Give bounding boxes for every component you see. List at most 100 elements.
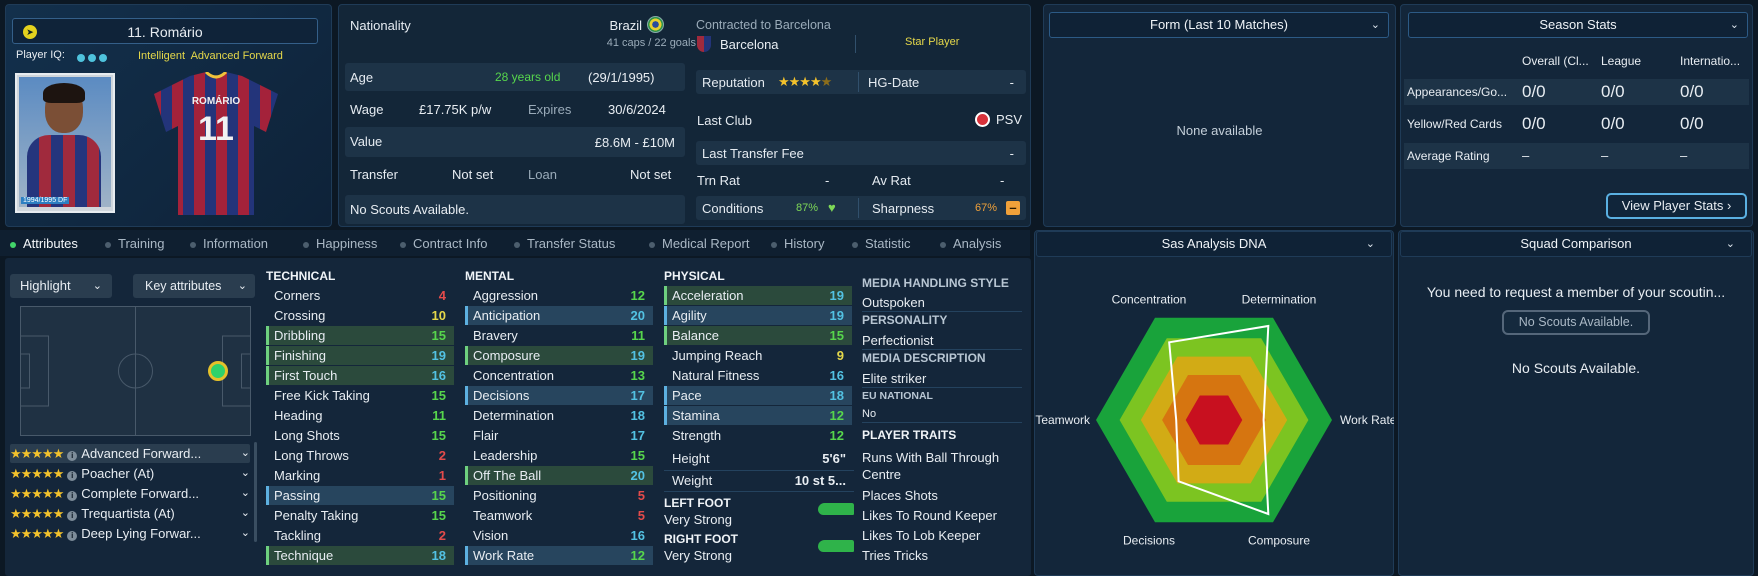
attribute-row[interactable]: Balance 15	[664, 326, 852, 345]
season-row-0: Appearances/Go... 0/0 0/0 0/0	[1404, 79, 1749, 105]
tab-dot-icon	[852, 241, 858, 248]
club-value[interactable]: Barcelona	[720, 37, 779, 52]
info-icon[interactable]: i	[67, 451, 78, 461]
media-style-value: Outspoken	[862, 295, 925, 310]
tab-attributes[interactable]: Attributes	[10, 236, 78, 251]
attribute-value: 19	[630, 348, 645, 363]
roles-scrollbar[interactable]	[254, 442, 257, 542]
attribute-row[interactable]: Anticipation 20	[465, 306, 653, 325]
attribute-row[interactable]: Positioning 5	[465, 486, 653, 505]
role-row[interactable]: ★★★★★ i Trequartista (At) ⌄	[10, 504, 250, 523]
attribute-name: Technique	[274, 548, 334, 563]
attribute-row[interactable]: Aggression 12	[465, 286, 653, 305]
attribute-row[interactable]: Crossing 10	[266, 306, 454, 325]
attribute-row[interactable]: Work Rate 12	[465, 546, 653, 565]
loan-label: Loan	[528, 167, 557, 182]
tab-medical-report[interactable]: Medical Report	[649, 236, 749, 251]
highlight-dropdown[interactable]: Highlight ⌄	[10, 274, 112, 298]
season-row-label: Yellow/Red Cards	[1407, 117, 1502, 131]
role-row[interactable]: ★★★★★ i Deep Lying Forwar... ⌄	[10, 524, 250, 543]
attribute-value: 15	[431, 488, 446, 503]
attribute-row[interactable]: Concentration 13	[465, 366, 653, 385]
attribute-row[interactable]: Free Kick Taking 15	[266, 386, 454, 405]
attribute-row[interactable]: Marking 1	[266, 466, 454, 485]
attribute-row[interactable]: Teamwork 5	[465, 506, 653, 525]
info-icon[interactable]: i	[67, 511, 78, 521]
attribute-row[interactable]: Stamina 12	[664, 406, 852, 425]
attribute-row[interactable]: Finishing 19	[266, 346, 454, 365]
player-name-bar[interactable]: ➤ 11. Romário	[12, 18, 318, 44]
tab-information[interactable]: Information	[190, 236, 268, 251]
dna-dropdown[interactable]: Sas Analysis DNA ⌄	[1036, 231, 1392, 257]
season-col-1: League	[1601, 54, 1642, 68]
attribute-row[interactable]: First Touch 16	[266, 366, 454, 385]
attribute-row[interactable]: Off The Ball 20	[465, 466, 653, 485]
attribute-row[interactable]: Dribbling 15	[266, 326, 454, 345]
tab-contract-info[interactable]: Contract Info	[400, 236, 487, 251]
height-row: Height 5'6"	[664, 449, 854, 468]
contracted-label: Contracted to Barcelona	[696, 18, 831, 32]
role-row[interactable]: ★★★★★ i Complete Forward... ⌄	[10, 484, 250, 503]
attribute-row[interactable]: Heading 11	[266, 406, 454, 425]
season-dropdown[interactable]: Season Stats ⌄	[1408, 12, 1748, 38]
attribute-row[interactable]: Strength 12	[664, 426, 852, 445]
attribute-name: Decisions	[473, 388, 530, 403]
attribute-row[interactable]: Agility 19	[664, 306, 852, 325]
squad-scouts-button[interactable]: No Scouts Available.	[1502, 310, 1650, 335]
chevron-down-icon[interactable]: ⌄	[241, 444, 250, 463]
attribute-row[interactable]: Corners 4	[266, 286, 454, 305]
last-club-value[interactable]: PSV	[996, 112, 1022, 127]
attribute-row[interactable]: Pace 18	[664, 386, 852, 405]
attribute-name: Penalty Taking	[274, 508, 359, 523]
attribute-row[interactable]: Decisions 17	[465, 386, 653, 405]
attribute-row[interactable]: Jumping Reach 9	[664, 346, 852, 365]
attribute-row[interactable]: Passing 15	[266, 486, 454, 505]
technical-title: TECHNICAL	[266, 269, 336, 283]
info-icon[interactable]: i	[67, 471, 78, 481]
attribute-row[interactable]: Long Throws 2	[266, 446, 454, 465]
attribute-row[interactable]: Penalty Taking 15	[266, 506, 454, 525]
attribute-row[interactable]: Leadership 15	[465, 446, 653, 465]
tab-happiness[interactable]: Happiness	[303, 236, 377, 251]
tab-history[interactable]: History	[771, 236, 824, 251]
attribute-row[interactable]: Composure 19	[465, 346, 653, 365]
attribute-row[interactable]: Tackling 2	[266, 526, 454, 545]
attribute-row[interactable]: Long Shots 15	[266, 426, 454, 445]
tab-dot-icon	[303, 241, 309, 248]
tab-label: Training	[118, 236, 165, 251]
view-player-stats-button[interactable]: View Player Stats ›	[1606, 193, 1747, 219]
role-row[interactable]: ★★★★★ i Advanced Forward... ⌄	[10, 444, 250, 463]
key-attributes-dropdown[interactable]: Key attributes ⌄	[133, 274, 255, 298]
chevron-down-icon: ⌄	[1729, 19, 1739, 31]
attribute-row[interactable]: Natural Fitness 16	[664, 366, 852, 385]
tab-statistic[interactable]: Statistic	[852, 236, 911, 251]
attribute-row[interactable]: Bravery 11	[465, 326, 653, 345]
chevron-down-icon[interactable]: ⌄	[241, 524, 250, 543]
attribute-row[interactable]: Vision 16	[465, 526, 653, 545]
wage-value: £17.75K p/w	[419, 102, 492, 117]
tab-training[interactable]: Training	[105, 236, 164, 251]
attribute-row[interactable]: Determination 18	[465, 406, 653, 425]
eu-label: EU NATIONAL	[862, 390, 933, 402]
chevron-down-icon[interactable]: ⌄	[241, 504, 250, 523]
attribute-value: 19	[829, 288, 844, 303]
form-dropdown[interactable]: Form (Last 10 Matches) ⌄	[1049, 12, 1389, 38]
tab-analysis[interactable]: Analysis	[940, 236, 1001, 251]
squad-dropdown[interactable]: Squad Comparison ⌄	[1400, 231, 1752, 257]
psv-crest-icon	[975, 112, 990, 127]
attribute-name: Strength	[672, 428, 722, 443]
attribute-row[interactable]: Flair 17	[465, 426, 653, 445]
attribute-row[interactable]: Acceleration 19	[664, 286, 852, 305]
role-label: Deep Lying Forwar...	[81, 526, 201, 541]
squad-message-2: No Scouts Available.	[1511, 360, 1641, 376]
fee-value: -	[1009, 146, 1014, 161]
info-icon[interactable]: i	[67, 531, 78, 541]
scouts-row: No Scouts Available.	[345, 195, 685, 224]
chevron-down-icon[interactable]: ⌄	[241, 484, 250, 503]
attribute-row[interactable]: Technique 18	[266, 546, 454, 565]
shirt-number: 11	[198, 110, 234, 148]
role-row[interactable]: ★★★★★ i Poacher (At) ⌄	[10, 464, 250, 483]
info-icon[interactable]: i	[67, 491, 78, 501]
chevron-down-icon[interactable]: ⌄	[241, 464, 250, 483]
tab-transfer-status[interactable]: Transfer Status	[514, 236, 615, 251]
